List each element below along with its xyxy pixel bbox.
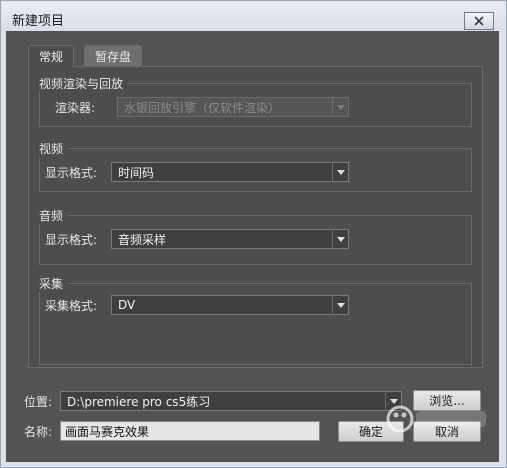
capture-format-label: 采集格式: — [45, 299, 98, 313]
chevron-down-icon — [332, 296, 348, 314]
chevron-down-icon — [332, 98, 348, 116]
watermark-logo — [386, 405, 486, 433]
playback-group-title: 视频渲染与回放 — [39, 75, 128, 92]
capture-format-value: DV — [118, 298, 136, 312]
audio-display-format-value: 音频采样 — [118, 232, 167, 247]
dialog-body: 常规 暂存盘 视频渲染与回放 渲染器: 水银回放引擎（仅软件渲染） 视频 显示格… — [6, 31, 499, 462]
video-display-format-label: 显示格式: — [45, 166, 98, 180]
renderer-label: 渲染器: — [55, 101, 96, 115]
renderer-dropdown[interactable]: 水银回放引擎（仅软件渲染） — [117, 97, 349, 117]
audio-group-title: 音频 — [39, 207, 68, 224]
project-name-input[interactable]: 画面马赛克效果 — [60, 421, 320, 441]
capture-format-dropdown[interactable]: DV — [111, 295, 349, 315]
video-display-format-dropdown[interactable]: 时间码 — [111, 162, 349, 182]
chevron-down-icon — [332, 163, 348, 181]
audio-display-format-label: 显示格式: — [45, 233, 98, 247]
location-value: D:\premiere pro cs5练习 — [67, 394, 211, 409]
location-label: 位置: — [24, 395, 53, 409]
tab-general[interactable]: 常规 — [28, 45, 75, 67]
name-label: 名称: — [24, 425, 53, 439]
capture-group-title: 采集 — [39, 275, 68, 292]
general-tab-panel: 视频渲染与回放 渲染器: 水银回放引擎（仅软件渲染） 视频 显示格式: 时间码 … — [28, 66, 483, 368]
video-group-title: 视频 — [39, 140, 68, 157]
renderer-value: 水银回放引擎（仅软件渲染） — [124, 100, 281, 115]
video-display-format-value: 时间码 — [118, 165, 155, 180]
chevron-down-icon — [332, 230, 348, 248]
close-icon — [474, 16, 484, 26]
tab-general-label: 常规 — [39, 50, 64, 64]
title-bar[interactable]: 新建项目 — [2, 2, 505, 32]
close-button[interactable] — [464, 12, 494, 30]
dialog-title: 新建项目 — [12, 14, 65, 29]
audio-display-format-dropdown[interactable]: 音频采样 — [111, 229, 349, 249]
tab-scratch-disks-label: 暂存盘 — [95, 49, 132, 64]
tab-scratch-disks[interactable]: 暂存盘 — [84, 45, 143, 66]
location-dropdown[interactable]: D:\premiere pro cs5练习 — [60, 391, 402, 411]
